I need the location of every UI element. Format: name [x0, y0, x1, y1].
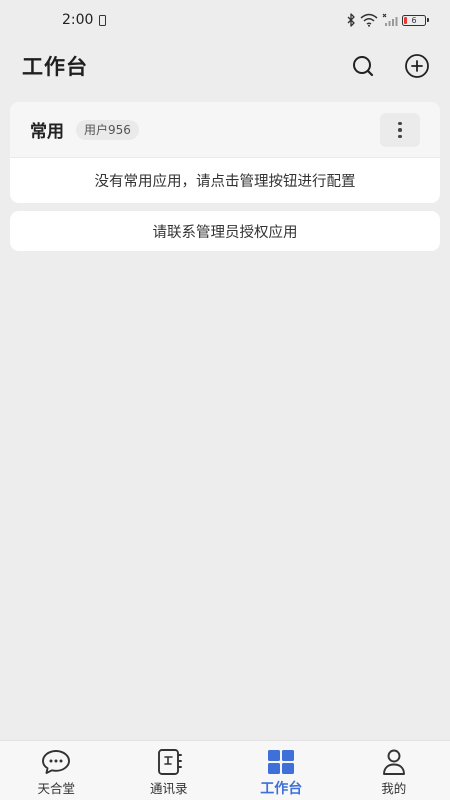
status-left: 2:00: [62, 12, 107, 28]
battery-level: 6: [411, 15, 417, 25]
search-button[interactable]: [346, 49, 380, 83]
tab-label: 工作台: [260, 781, 303, 797]
header-actions: [346, 49, 434, 83]
chat-bubble-icon: [42, 750, 71, 774]
wifi-icon: [360, 13, 378, 27]
grid-icon: [268, 750, 295, 774]
bluetooth-icon: [347, 13, 355, 27]
common-apps-empty-text: 没有常用应用，请点击管理按钮进行配置: [94, 174, 356, 190]
add-button[interactable]: [400, 49, 434, 83]
search-icon: [353, 56, 374, 77]
bottom-tab-bar: 天合堂 通讯录 工作台 我的: [0, 740, 450, 800]
more-dot-icon: [398, 128, 402, 132]
common-apps-card: 常用 用户956 没有常用应用，请点击管理按钮进行配置: [10, 102, 440, 203]
status-right: 6: [346, 13, 429, 27]
more-options-button[interactable]: [380, 113, 420, 147]
tab-mine[interactable]: 我的: [338, 741, 450, 800]
plus-circle-icon: [405, 54, 429, 78]
person-icon: [382, 749, 405, 775]
tab-label: 天合堂: [37, 781, 75, 796]
tab-label: 我的: [381, 781, 407, 796]
page-title: 工作台: [22, 55, 88, 79]
authorization-notice: 请联系管理员授权应用: [10, 211, 440, 251]
more-dot-icon: [398, 121, 402, 126]
user-badge: 用户956: [76, 119, 139, 140]
app-header: 工作台: [0, 40, 450, 92]
common-apps-title: 常用: [30, 122, 64, 142]
tab-label: 通讯录: [149, 781, 188, 796]
sim-card-icon: [99, 14, 107, 26]
tab-workbench[interactable]: 工作台: [225, 741, 338, 800]
tab-tianhetang[interactable]: 天合堂: [0, 741, 113, 800]
signal-icon: [382, 13, 398, 26]
common-apps-header: 常用 用户956: [10, 102, 440, 158]
status-time: 2:00: [62, 12, 94, 28]
more-dot-icon: [398, 134, 402, 139]
contacts-book-icon: [157, 749, 182, 775]
battery-icon: 6: [402, 14, 429, 26]
tab-contacts[interactable]: 通讯录: [113, 741, 226, 800]
status-bar: 2:00 6: [0, 0, 450, 40]
